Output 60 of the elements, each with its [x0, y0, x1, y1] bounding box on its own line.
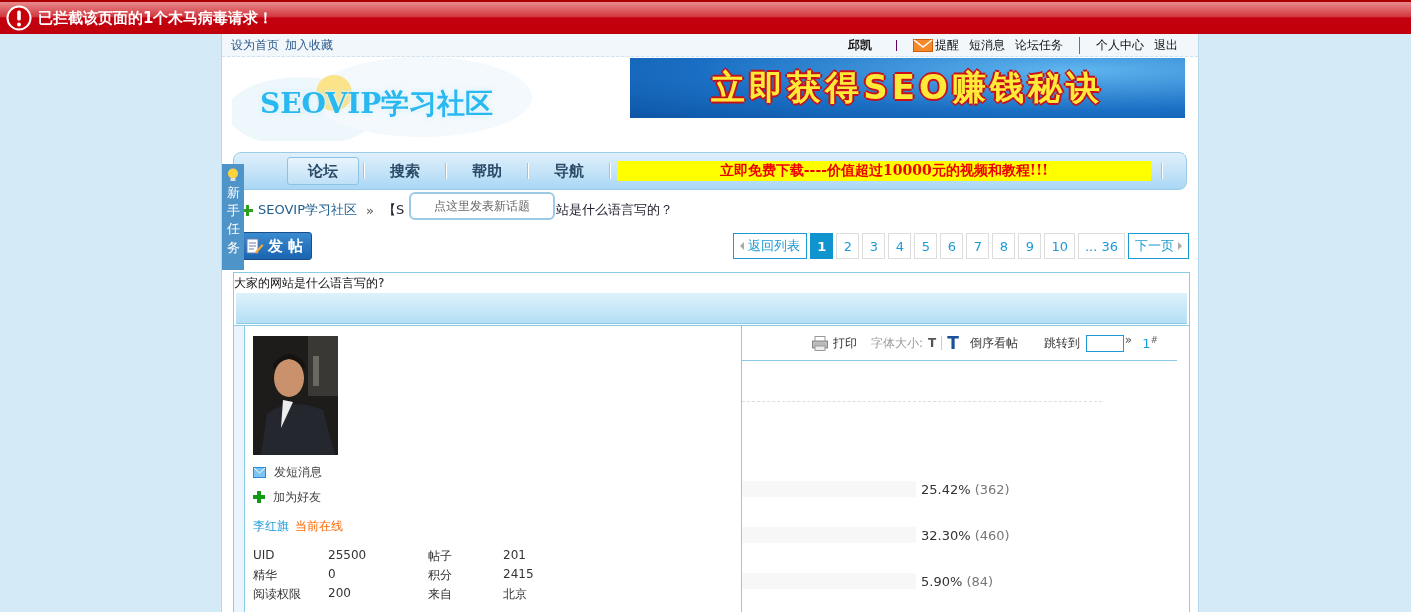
stat-value: 北京: [503, 586, 528, 602]
profile-action[interactable]: 发短消息: [253, 464, 741, 480]
breadcrumb-link[interactable]: SEOVIP学习社区: [258, 201, 358, 219]
font-small-button[interactable]: T: [923, 336, 943, 350]
stat-value: 0: [328, 567, 337, 583]
stat-value: 200: [328, 586, 352, 602]
top-link[interactable]: 个人中心: [1079, 36, 1144, 54]
nav-tab[interactable]: 导航: [533, 157, 605, 185]
font-size-label: 字体大小:: [871, 334, 924, 352]
font-large-button[interactable]: T: [942, 333, 964, 353]
top-link[interactable]: 加入收藏: [285, 36, 333, 54]
profile-action[interactable]: 加为好友: [253, 489, 741, 505]
action-label: 发短消息: [274, 463, 322, 481]
ad-banner[interactable]: 立即获得SEO赚钱秘诀: [630, 58, 1185, 118]
top-link[interactable]: 提醒: [935, 36, 959, 54]
breadcrumb-link[interactable]: 【S: [383, 201, 405, 219]
reverse-order-link[interactable]: 倒序看帖: [969, 334, 1018, 352]
poll-result: 5.90% (84): [921, 573, 994, 589]
username[interactable]: 邱凯: [848, 36, 872, 54]
stat-value: 201: [503, 548, 527, 564]
online-status: 当前在线: [295, 518, 343, 535]
poll-result: 25.42% (362): [921, 481, 1010, 497]
stat-value: 2415: [503, 567, 535, 583]
new-post-button[interactable]: 发 帖: [241, 232, 312, 260]
edit-icon: [246, 238, 264, 254]
nav-tab[interactable]: 搜索: [369, 157, 441, 185]
action-label: 加为好友: [273, 488, 321, 506]
jump-label: 跳转到: [1043, 334, 1080, 352]
plus-icon: [253, 491, 265, 503]
breadcrumb-link[interactable]: 站是什么语言写的？: [556, 201, 674, 219]
floor-input[interactable]: [1085, 334, 1124, 352]
mail-icon[interactable]: [913, 38, 933, 52]
stat-label: 来自: [428, 586, 453, 602]
jump-button[interactable]: »: [1124, 333, 1133, 347]
stat-label: 帖子: [428, 548, 453, 564]
side-tab-label: 新手任务: [226, 184, 240, 257]
nav-tab[interactable]: 论坛: [287, 157, 359, 185]
tooltip: 点这里发表新话题: [409, 192, 556, 220]
stat-label: UID: [253, 548, 276, 564]
print-button[interactable]: 打印: [812, 334, 857, 352]
top-link[interactable]: 短消息: [969, 36, 1005, 54]
plus-icon: [242, 204, 253, 216]
stat-value: 25500: [328, 548, 368, 564]
lightbulb-icon: [227, 168, 239, 182]
stat-label: 积分: [428, 567, 453, 583]
top-link[interactable]: 论坛任务: [1015, 36, 1063, 54]
promo-link[interactable]: 立即免费下载----价值超过10000元的视频和教程!!!: [617, 161, 1151, 181]
envelope-icon: [253, 466, 266, 478]
floor-number[interactable]: 1$^{#}$: [1142, 334, 1158, 352]
top-link[interactable]: 退出: [1154, 36, 1178, 54]
alert-message: 已拦截该页面的1个木马病毒请求！: [38, 8, 274, 28]
printer-icon: [812, 335, 828, 351]
top-link[interactable]: 设为首页: [231, 36, 279, 54]
stat-label: 精华: [253, 567, 278, 583]
warning-icon: [6, 5, 32, 31]
breadcrumb-separator: »: [366, 202, 374, 218]
stat-label: 阅读权限: [253, 586, 302, 602]
poll-result: 32.30% (460): [921, 527, 1010, 543]
thread-title: 大家的网站是什么语言写的?: [234, 275, 386, 292]
nav-tab[interactable]: 帮助: [451, 157, 523, 185]
